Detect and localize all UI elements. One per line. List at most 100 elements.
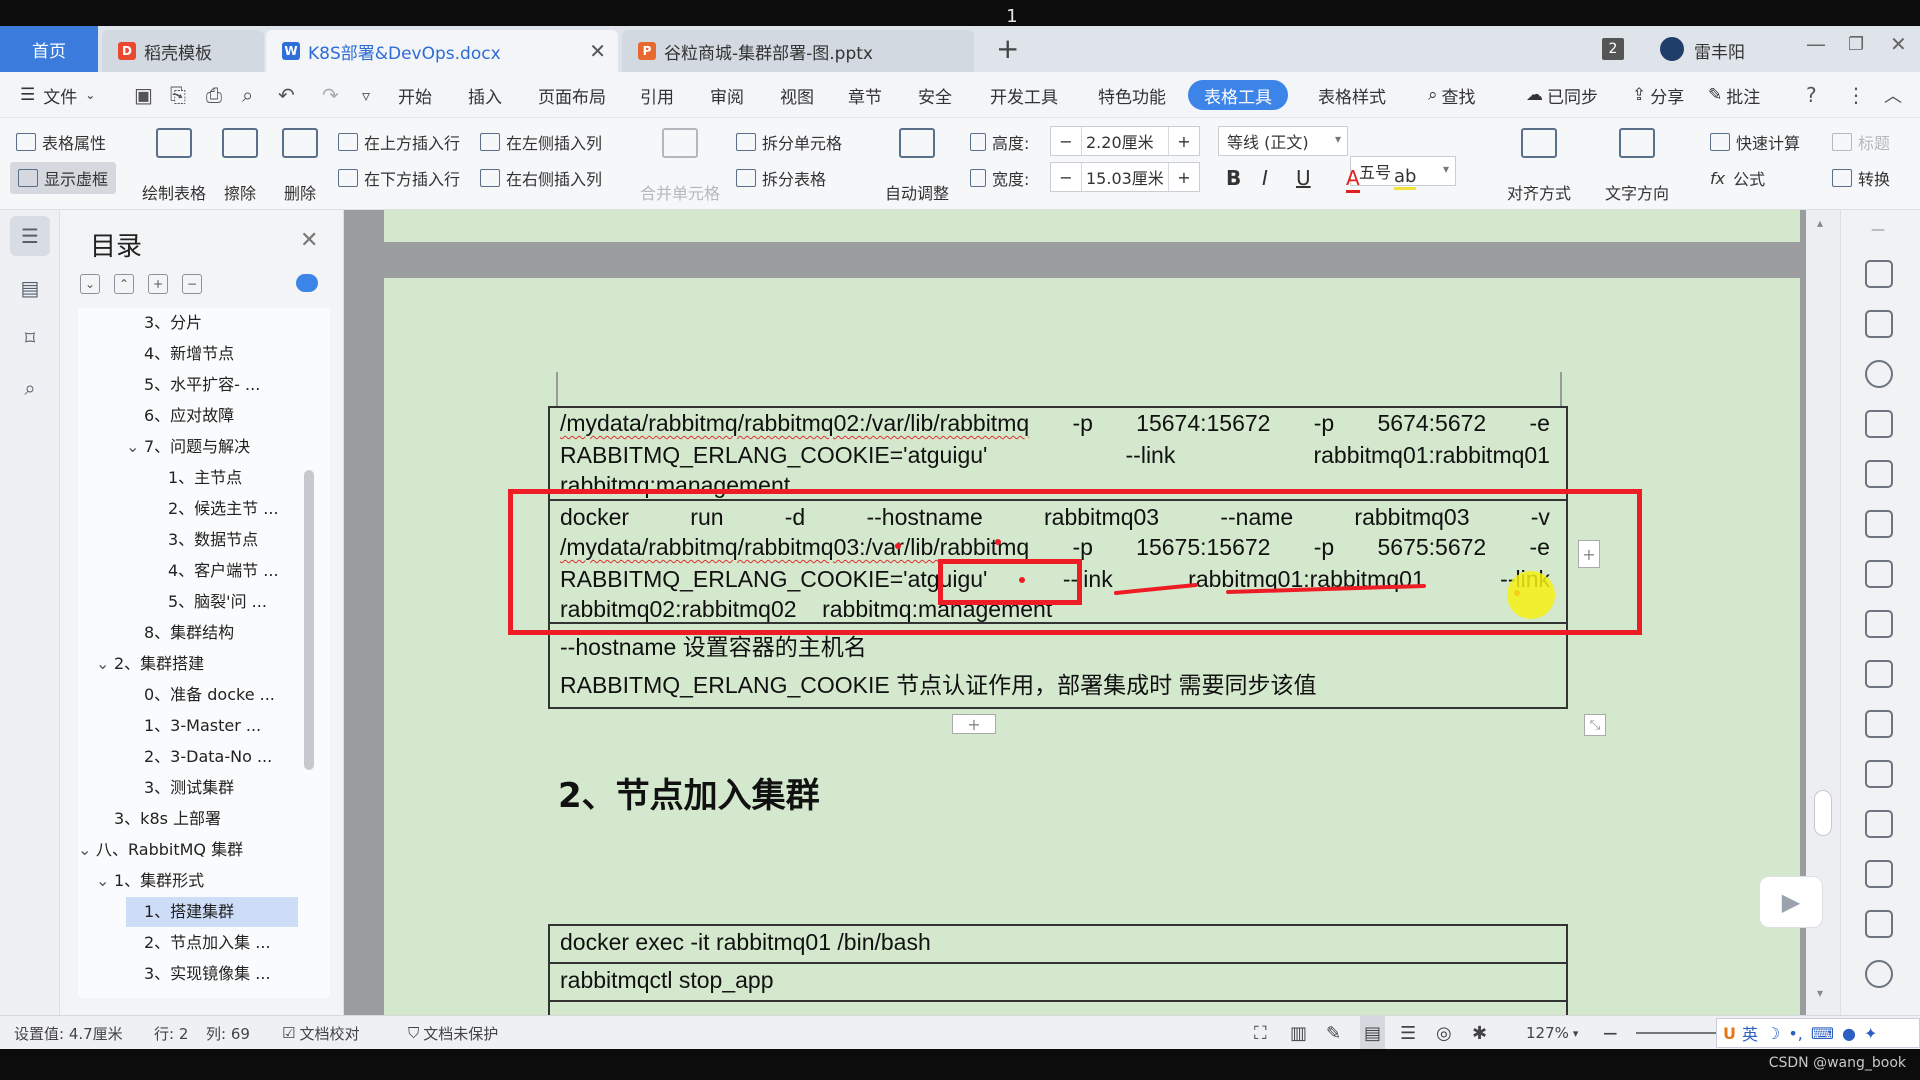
minus-icon[interactable]: −: [1051, 163, 1081, 191]
save-icon[interactable]: ▣: [134, 72, 153, 118]
menu-file[interactable]: ☰ 文件 ⌄: [20, 72, 95, 118]
menu-synced[interactable]: ☁ 已同步: [1526, 72, 1598, 118]
translate-icon[interactable]: [1865, 810, 1893, 838]
export-panel-icon[interactable]: [1865, 760, 1893, 788]
text-direction-button[interactable]: 文字方向: [1592, 128, 1682, 203]
auto-adjust-button[interactable]: 自动调整: [876, 128, 958, 203]
zoom-select[interactable]: 127% ▾: [1526, 1016, 1578, 1050]
find-icon[interactable]: ⌕: [10, 368, 50, 408]
toc-item[interactable]: ⌄ 1、集群形式: [96, 866, 330, 896]
menu-page-layout[interactable]: 页面布局: [538, 72, 606, 118]
chevron-down-icon[interactable]: ⌄: [96, 866, 114, 896]
protect-button[interactable]: ⛉ 文档未保护: [408, 1016, 498, 1050]
menu-start[interactable]: 开始: [398, 72, 432, 118]
chevron-down-icon[interactable]: ⌄: [96, 649, 114, 679]
image-icon[interactable]: [1865, 710, 1893, 738]
collapse-ribbon-icon[interactable]: ︿: [1884, 72, 1902, 118]
toc-item[interactable]: 0、准备 docke ...: [126, 680, 330, 710]
delete-button[interactable]: 删除: [272, 128, 328, 203]
menu-security[interactable]: 安全: [918, 72, 952, 118]
toc-item[interactable]: 1、搭建集群: [126, 897, 298, 927]
erase-button[interactable]: 擦除: [214, 128, 266, 203]
menu-features[interactable]: 特色功能: [1098, 72, 1166, 118]
play-icon[interactable]: ▶: [1759, 876, 1823, 928]
command-row[interactable]: docker exec -it rabbitmq01 /bin/bash: [560, 929, 931, 956]
toc-item[interactable]: 2、3-Data-No ...: [126, 742, 330, 772]
restore-icon[interactable]: ❐: [1848, 34, 1864, 55]
close-icon[interactable]: ✕: [589, 39, 606, 63]
undo-icon[interactable]: ↶: [278, 72, 295, 118]
split-table-button[interactable]: 拆分表格: [736, 166, 826, 190]
insert-col-left-button[interactable]: 在左侧插入列: [480, 130, 602, 154]
web-view-icon[interactable]: ◎: [1436, 1016, 1452, 1050]
height-stepper[interactable]: −2.20厘米 +: [1050, 126, 1200, 156]
toc-item[interactable]: ⌄ 2、集群搭建: [96, 649, 330, 679]
font-name-select[interactable]: 等线 (正文): [1218, 126, 1348, 156]
toc-item[interactable]: 3、k8s 上部署: [96, 804, 330, 834]
bold-button[interactable]: B: [1226, 166, 1241, 190]
height-value[interactable]: 2.20厘米: [1081, 127, 1169, 155]
underline-button[interactable]: U: [1296, 166, 1311, 190]
user-name[interactable]: 雷丰阳: [1694, 38, 1745, 63]
toc-icon[interactable]: ☰: [10, 216, 50, 256]
menu-developer[interactable]: 开发工具: [990, 72, 1058, 118]
toc-item[interactable]: 2、候选主节 ...: [150, 494, 330, 524]
tab-ppt-file[interactable]: P 谷粒商城-集群部署-图.pptx: [622, 30, 974, 72]
export-icon[interactable]: ⎘: [170, 72, 186, 118]
show-borders-button[interactable]: 显示虚框: [10, 162, 117, 194]
sync-toggle-icon[interactable]: [296, 274, 318, 292]
tools-icon[interactable]: ✦: [1864, 1024, 1877, 1043]
toc-item[interactable]: 3、分片: [126, 308, 330, 338]
command-row[interactable]: rabbitmqctl stop_app: [560, 967, 774, 994]
merge-cells-button[interactable]: 合并单元格: [638, 128, 722, 203]
toc-item[interactable]: 2、节点加入集 ...: [126, 928, 330, 958]
minimize-icon[interactable]: —: [1806, 32, 1826, 56]
toc-item[interactable]: 5、脑裂'问 ...: [150, 587, 330, 617]
eye-care-icon[interactable]: ✱: [1472, 1016, 1487, 1050]
tab-docer-templates[interactable]: D 稻壳模板: [102, 30, 264, 72]
font-color-button[interactable]: A: [1346, 166, 1360, 193]
more-icon[interactable]: ▿: [362, 72, 370, 118]
bookmark-icon[interactable]: ⌑: [10, 318, 50, 358]
insert-col-right-button[interactable]: 在右侧插入列: [480, 166, 602, 190]
section-heading[interactable]: 2、节点加入集群: [558, 768, 820, 817]
style-icon[interactable]: [1865, 360, 1893, 388]
menu-review[interactable]: 审阅: [710, 72, 744, 118]
scroll-thumb[interactable]: [1814, 790, 1832, 836]
italic-button[interactable]: I: [1262, 166, 1268, 190]
menu-table-tools[interactable]: 表格工具: [1188, 80, 1288, 110]
fill-icon[interactable]: [1865, 460, 1893, 488]
ime-language[interactable]: 英: [1742, 1021, 1758, 1045]
pen-icon[interactable]: [1865, 260, 1893, 288]
more-options-icon[interactable]: ⋮: [1846, 72, 1866, 118]
ime-toolbar[interactable]: U 英 ☽ •, ⌨ ● ✦: [1716, 1018, 1920, 1048]
toc-item[interactable]: 1、主节点: [150, 463, 330, 493]
menu-share[interactable]: ⇪ 分享: [1632, 72, 1684, 118]
align-button[interactable]: 对齐方式: [1494, 128, 1584, 203]
user-icon[interactable]: ●: [1842, 1024, 1856, 1043]
help-icon[interactable]: ?: [1806, 72, 1817, 118]
collapse-icon[interactable]: —: [1871, 222, 1885, 238]
chevron-down-icon[interactable]: ⌄: [126, 432, 144, 462]
apps-icon[interactable]: [1865, 560, 1893, 588]
plus-icon[interactable]: +: [1169, 127, 1199, 155]
shield-icon[interactable]: [1865, 960, 1893, 988]
split-cells-button[interactable]: 拆分单元格: [736, 130, 842, 154]
minus-icon[interactable]: −: [1051, 127, 1081, 155]
toc-item[interactable]: 4、客户端节 ...: [150, 556, 330, 586]
insert-row-above-button[interactable]: 在上方插入行: [338, 130, 460, 154]
add-heading-icon[interactable]: +: [148, 274, 168, 294]
table-properties-button[interactable]: 表格属性: [16, 130, 106, 154]
print-icon[interactable]: ⎙: [206, 72, 222, 118]
punctuation-icon[interactable]: •,: [1788, 1024, 1803, 1043]
chevron-down-icon[interactable]: ⌄: [78, 835, 96, 865]
toc-item[interactable]: 5、水平扩容- ...: [126, 370, 330, 400]
table-panel-icon[interactable]: [1865, 510, 1893, 538]
title-row-button[interactable]: 标题: [1832, 130, 1890, 154]
zoom-slider[interactable]: [1636, 1032, 1728, 1034]
menu-table-style[interactable]: 表格样式: [1318, 72, 1386, 118]
width-value[interactable]: 15.03厘米: [1081, 163, 1169, 191]
close-icon[interactable]: ✕: [300, 228, 318, 253]
document-icon[interactable]: ▤: [10, 268, 50, 308]
read-mode-icon[interactable]: ▥: [1290, 1016, 1307, 1050]
